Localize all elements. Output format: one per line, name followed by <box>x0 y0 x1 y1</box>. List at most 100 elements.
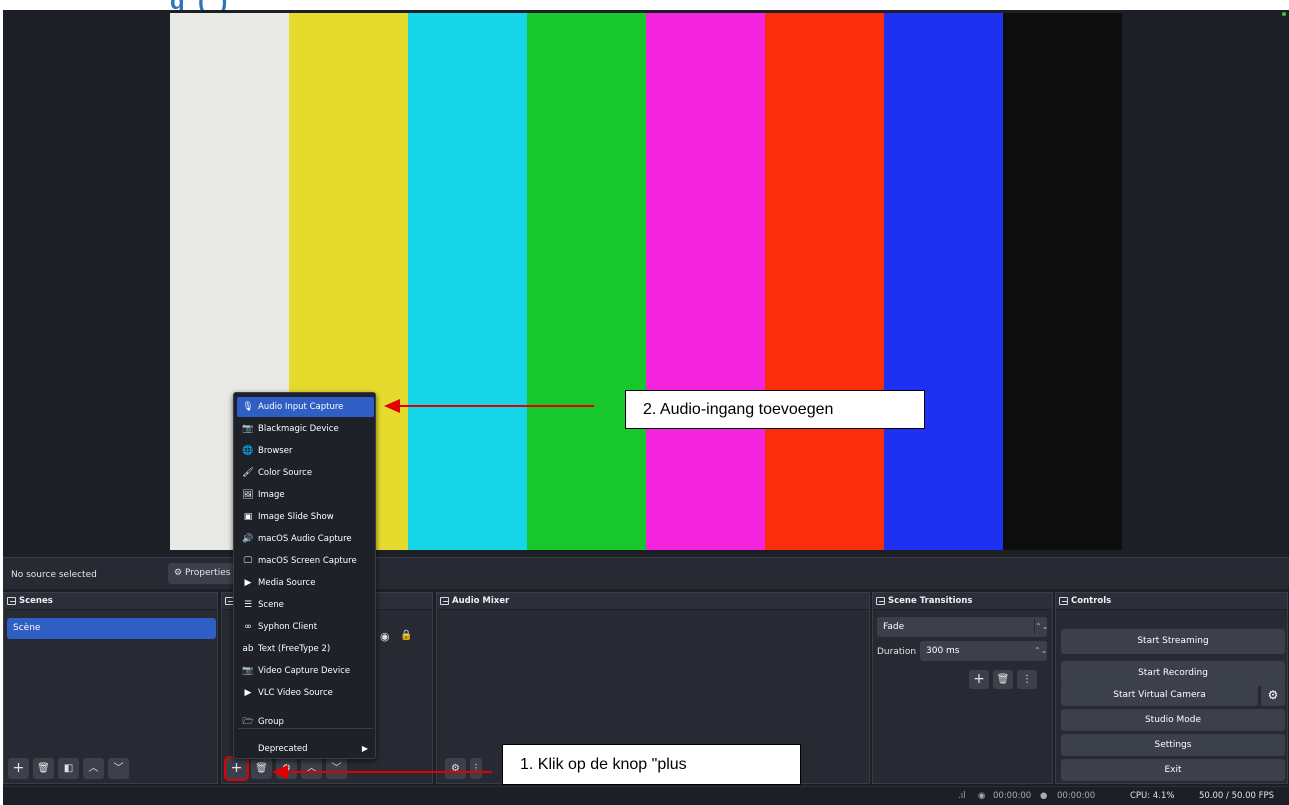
menu-item[interactable]: 🌐 Browser <box>237 441 374 461</box>
menu-item-label: Group <box>258 717 284 727</box>
camera-icon: 📷 <box>242 666 254 676</box>
play-icon: ▶ <box>244 688 252 698</box>
color-bar <box>1003 13 1122 550</box>
image-icon: 🖼 <box>242 490 254 500</box>
scene-item[interactable]: Scène <box>7 618 216 639</box>
sources-toolbar: + 🗑 ⚙ ︿ ﹀ <box>224 756 347 781</box>
plus-icon: + <box>230 760 243 776</box>
exit-button[interactable]: Exit <box>1061 759 1285 781</box>
transition-value: Fade <box>883 622 905 632</box>
filter-icon: ◧ <box>63 763 74 774</box>
menu-item[interactable]: 🎙 Audio Input Capture <box>237 397 374 417</box>
trash-icon: 🗑 <box>996 674 1010 685</box>
move-source-down-button[interactable]: ﹀ <box>326 758 347 779</box>
duration-spinbox[interactable]: 300 ms ⌃⌄ <box>920 641 1047 661</box>
updown-icon: ⌃⌄ <box>1034 619 1048 634</box>
gear-icon: ⚙ <box>1267 688 1279 702</box>
preview-canvas[interactable] <box>3 10 1289 553</box>
menu-item[interactable]: 🖼 Image <box>237 485 374 505</box>
scene-filters-button[interactable]: ◧ <box>58 758 79 779</box>
status-dot <box>1282 12 1286 16</box>
globe-icon: 🌐 <box>242 446 254 456</box>
scene-transitions-dock: Scene Transitions Fade ⌃⌄ Duration 300 m… <box>872 592 1053 784</box>
menu-item-label: Image <box>258 490 285 500</box>
stream-icon: ◉ <box>978 791 986 801</box>
start-recording-button[interactable]: Start Recording <box>1061 661 1285 686</box>
mixer-toolbar: ⚙ ⋮ <box>445 758 482 779</box>
color-bar <box>765 13 884 550</box>
menu-item[interactable]: 📷 Video Capture Device <box>237 661 374 681</box>
move-scene-up-button[interactable]: ︿ <box>83 758 104 779</box>
menu-item[interactable]: ab Text (FreeType 2) <box>237 639 374 659</box>
menu-item[interactable]: 🖵 macOS Screen Capture <box>237 551 374 571</box>
menu-item-label: Text (FreeType 2) <box>258 644 331 654</box>
plus-icon: + <box>973 671 985 687</box>
remove-transition-button[interactable]: 🗑 <box>993 670 1013 689</box>
menu-item-label: Video Capture Device <box>258 666 351 676</box>
advanced-audio-button[interactable]: ⚙ <box>445 758 466 779</box>
start-virtual-camera-button[interactable]: Start Virtual Camera <box>1061 684 1258 706</box>
lock-icon[interactable]: 🔒 <box>400 630 412 641</box>
menu-item-deprecated[interactable]: Deprecated ▶ <box>237 739 374 759</box>
kebab-icon: ⋮ <box>1022 674 1032 685</box>
menu-item[interactable]: 📷 Blackmagic Device <box>237 419 374 439</box>
gear-icon: ⚙ <box>174 568 183 578</box>
menu-item[interactable]: 🖌 Color Source <box>237 463 374 483</box>
menu-item-label: Browser <box>258 446 293 456</box>
transition-select[interactable]: Fade ⌃⌄ <box>877 617 1048 637</box>
menu-item[interactable]: ▣ Image Slide Show <box>237 507 374 527</box>
menu-item[interactable]: ☰ Scene <box>237 595 374 615</box>
scenes-toolbar: + 🗑 ◧ ︿ ﹀ <box>8 758 129 779</box>
scenes-dock: Scenes Scène + 🗑 ◧ ︿ ﹀ <box>3 592 218 784</box>
trash-icon: 🗑 <box>37 763 50 774</box>
eye-icon[interactable]: ◉ <box>380 630 390 643</box>
glasses-icon: ∞ <box>244 622 252 632</box>
controls-header: Controls <box>1056 593 1287 610</box>
menu-item-label: VLC Video Source <box>258 688 333 698</box>
slideshow-icon: ▣ <box>243 512 253 522</box>
color-bar <box>408 13 527 550</box>
move-scene-down-button[interactable]: ﹀ <box>108 758 129 779</box>
menu-item[interactable]: ∞ Syphon Client <box>237 617 374 637</box>
stream-time: 00:00:00 <box>993 791 1032 801</box>
properties-button[interactable]: ⚙ Properties <box>168 563 238 584</box>
brush-icon: 🖌 <box>242 468 254 478</box>
color-bar <box>884 13 1003 550</box>
trash-icon: 🗑 <box>255 763 268 774</box>
add-source-menu: 🎙 Audio Input Capture 📷 Blackmagic Device 🌐 B… <box>233 392 376 759</box>
studio-mode-button[interactable]: Studio Mode <box>1061 709 1285 731</box>
updown-icon: ⌃⌄ <box>1034 646 1048 655</box>
duration-value: 300 ms <box>926 646 960 656</box>
menu-item-group[interactable]: 🗁 Group <box>237 712 374 732</box>
virtual-camera-settings-button[interactable]: ⚙ <box>1261 684 1285 706</box>
mixer-menu-button[interactable]: ⋮ <box>470 758 482 779</box>
source-toolbar: No source selected ⚙ Properties <box>3 557 1289 589</box>
menu-item-label: macOS Audio Capture <box>258 534 352 544</box>
no-source-label: No source selected <box>11 570 97 580</box>
add-transition-button[interactable]: + <box>969 670 989 689</box>
start-streaming-button[interactable]: Start Streaming <box>1061 629 1285 654</box>
record-icon: ● <box>1040 791 1048 801</box>
menu-item[interactable]: 🔊 macOS Audio Capture <box>237 529 374 549</box>
dock-icon <box>1059 597 1068 605</box>
menu-item-label: Color Source <box>258 468 313 478</box>
remove-source-button[interactable]: 🗑 <box>251 758 272 779</box>
settings-button[interactable]: Settings <box>1061 734 1285 756</box>
dock-icon <box>440 597 449 605</box>
menu-item[interactable]: ▶ Media Source <box>237 573 374 593</box>
transition-menu-button[interactable]: ⋮ <box>1017 670 1037 689</box>
wrench-icon: ⚙ <box>451 763 460 774</box>
audio-mixer-title: Audio Mixer <box>452 596 510 606</box>
source-properties-button[interactable]: ⚙ <box>276 758 297 779</box>
callout-step-1: 1. Klik op de knop "plus <box>502 744 801 785</box>
scene-transitions-header: Scene Transitions <box>873 593 1052 610</box>
chevron-down-icon: ﹀ <box>331 763 342 774</box>
callout-step-2: 2. Audio-ingang toevoegen <box>625 390 925 429</box>
move-source-up-button[interactable]: ︿ <box>301 758 322 779</box>
remove-scene-button[interactable]: 🗑 <box>33 758 54 779</box>
add-source-button[interactable]: + <box>224 756 249 781</box>
menu-item[interactable]: ▶ VLC Video Source <box>237 683 374 703</box>
duration-label: Duration <box>877 647 917 657</box>
scene-transitions-title: Scene Transitions <box>888 596 973 606</box>
add-scene-button[interactable]: + <box>8 758 29 779</box>
